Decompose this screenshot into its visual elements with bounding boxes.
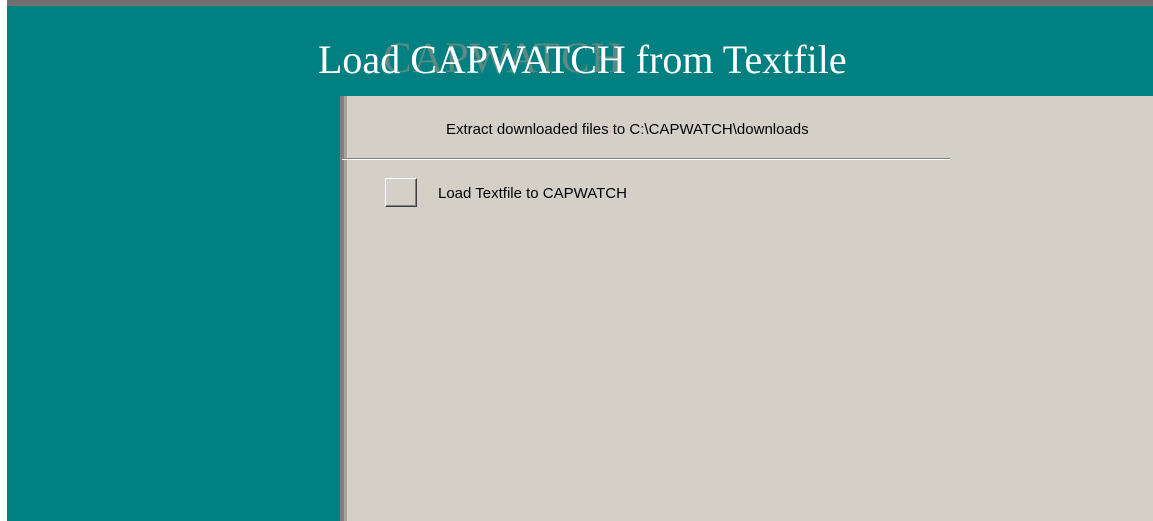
window-left-border bbox=[0, 0, 7, 521]
form-title: Load CAPWATCH from Textfile bbox=[318, 37, 847, 82]
form-window: CAPWATCH Load CAPWATCH from Textfile Ext… bbox=[0, 0, 1153, 521]
extract-path-label: Extract downloaded files to C:\CAPWATCH\… bbox=[446, 121, 809, 138]
window-top-border bbox=[0, 0, 1153, 6]
load-textfile-label: Load Textfile to CAPWATCH bbox=[438, 185, 627, 202]
divider-line bbox=[342, 158, 950, 160]
load-textfile-button[interactable] bbox=[385, 178, 417, 207]
